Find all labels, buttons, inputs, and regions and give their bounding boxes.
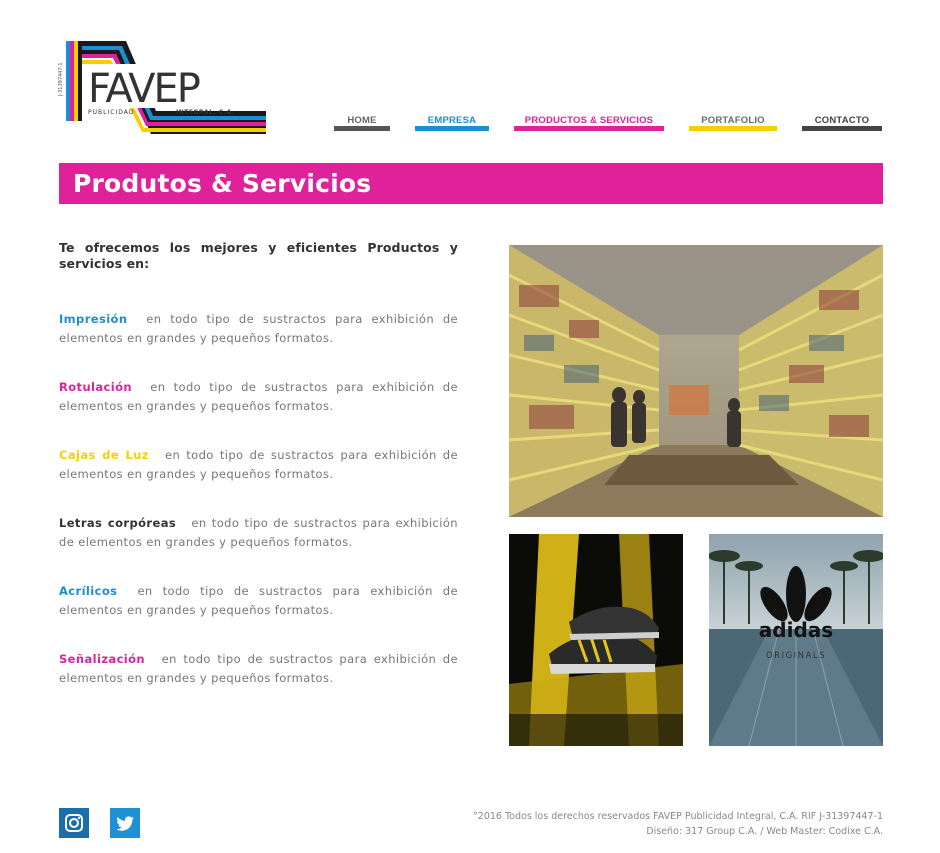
svg-text:PUBLICIDAD: PUBLICIDAD [88,109,134,116]
adidas-originals-image: adidas ORIGINALS [709,534,883,746]
service-item-rotulacion: Rotulación en todo tipo de sustractos pa… [59,378,458,416]
footer-line-1: °2016 Todos los derechos reservados FAVE… [473,811,883,822]
service-term: Acrílicos [59,584,118,598]
svg-text:J-31397447-1: J-31397447-1 [58,62,64,97]
nav-item-empresa[interactable]: EMPRESA [415,116,489,132]
sneaker-image [509,534,683,746]
service-term: Señalización [59,652,146,666]
service-description: en todo tipo de sustractos para exhibici… [59,584,458,617]
svg-text:INTEGRAL, C.A.: INTEGRAL, C.A. [176,109,235,116]
instagram-icon[interactable] [59,808,89,838]
nav-item-empresa-underline [415,126,489,131]
footer-line-2: Diseño: 317 Group C.A. / Web Master: Cod… [646,826,883,837]
nav-item-home-label: HOME [347,115,377,126]
main-nav: HOME EMPRESA PRODUCTOS & SERVICIOS PORTA… [332,116,884,136]
adidas-brand-text: adidas [759,618,833,642]
nav-item-productos-servicios[interactable]: PRODUCTOS & SERVICIOS [514,116,664,132]
footer-copyright: °2016 Todos los derechos reservados FAVE… [473,809,883,839]
service-term: Rotulación [59,380,132,394]
service-term: Cajas de Luz [59,448,149,462]
bookstore-image [509,245,883,517]
nav-item-empresa-label: EMPRESA [427,115,477,126]
nav-item-productos-underline [514,126,664,131]
nav-item-contacto-underline [802,126,882,131]
nav-item-home[interactable]: HOME [334,116,390,132]
service-item-letras-corporeas: Letras corpóreas en todo tipo de sustrac… [59,514,458,552]
adidas-sub-text: ORIGINALS [766,651,826,661]
service-item-cajas-de-luz: Cajas de Luz en todo tipo de sustractos … [59,446,458,484]
nav-item-portafolio[interactable]: PORTAFOLIO [689,116,777,132]
nav-item-contacto[interactable]: CONTACTO [802,116,882,132]
services-content: Te ofrecemos los mejores y eficientes Pr… [59,240,458,718]
favep-logo[interactable]: FAVEP PUBLICIDAD INTEGRAL, C.A. J-313974… [56,36,268,136]
svg-text:FAVEP: FAVEP [88,66,200,112]
service-item-acrilicos: Acrílicos en todo tipo de sustractos par… [59,582,458,620]
logo-graphic: FAVEP PUBLICIDAD INTEGRAL, C.A. J-313974… [58,41,266,134]
nav-item-productos-label: PRODUCTOS & SERVICIOS [524,115,654,126]
service-item-impresion: Impresión en todo tipo de sustractos par… [59,310,458,348]
twitter-icon[interactable] [110,808,140,838]
services-intro: Te ofrecemos los mejores y eficientes Pr… [59,240,458,271]
service-term: Impresión [59,312,128,326]
nav-item-home-underline [334,126,390,131]
nav-item-portafolio-label: PORTAFOLIO [701,115,765,126]
page-title: Produtos & Servicios [73,169,372,198]
service-item-senalizacion: Señalización en todo tipo de sustractos … [59,650,458,688]
nav-item-portafolio-underline [689,126,777,131]
service-term: Letras corpóreas [59,516,177,530]
nav-item-contacto-label: CONTACTO [814,115,870,126]
page-title-banner: Produtos & Servicios [59,163,883,204]
